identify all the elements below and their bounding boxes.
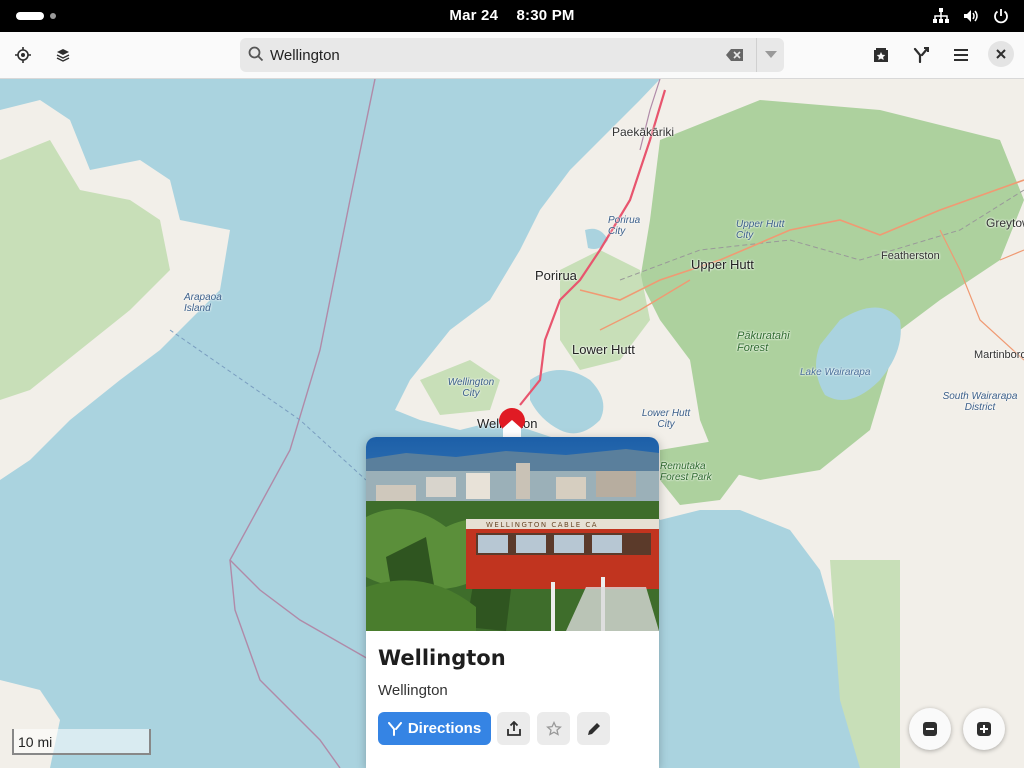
zoom-in-button[interactable] xyxy=(963,708,1005,750)
directions-label: Directions xyxy=(407,720,482,737)
hamburger-icon xyxy=(954,49,968,61)
map-label: Lower Hutt xyxy=(572,342,635,357)
header-bar xyxy=(0,32,1024,79)
route-planner-button[interactable] xyxy=(906,40,936,70)
cable-car-text: WELLINGTON CABLE CA xyxy=(486,521,598,529)
map-label: Lake Wairarapa xyxy=(800,367,871,378)
search-dropdown-button[interactable] xyxy=(756,38,784,72)
locate-button[interactable] xyxy=(8,40,38,70)
map-label: Martinborou xyxy=(974,349,1024,361)
directions-button[interactable]: Directions xyxy=(378,712,491,745)
favorite-button[interactable] xyxy=(537,712,570,745)
map-label: Upper Hutt xyxy=(691,257,754,272)
map-scale: 10 mi xyxy=(12,729,151,755)
edit-button[interactable] xyxy=(577,712,610,745)
map-label: South Wairarapa District xyxy=(942,391,1018,413)
place-subtitle: Wellington xyxy=(378,682,448,699)
minus-icon xyxy=(923,722,937,736)
map-label: Upper Hutt City xyxy=(736,219,785,241)
clock[interactable]: Mar 24 8:30 PM xyxy=(0,7,1024,24)
map-label: Greytow xyxy=(986,216,1024,230)
map-label: Featherston xyxy=(881,250,940,262)
map-label: Arapaoa Island xyxy=(184,292,222,314)
plus-icon xyxy=(977,722,991,736)
search-icon xyxy=(248,46,264,62)
chevron-down-icon xyxy=(764,51,777,58)
crosshair-icon xyxy=(15,47,31,63)
map-label: Paekākāriki xyxy=(612,125,675,139)
close-icon xyxy=(996,49,1006,59)
search-input[interactable] xyxy=(270,38,730,72)
map-label: Pākuratahi Forest xyxy=(737,330,790,354)
clear-search-icon[interactable] xyxy=(726,48,744,62)
network-icon xyxy=(932,7,950,25)
volume-icon xyxy=(962,7,980,25)
map-label: Remutaka Forest Park xyxy=(660,461,712,483)
map-label: Porirua City xyxy=(608,215,641,237)
layers-icon xyxy=(56,49,70,62)
share-button[interactable] xyxy=(497,712,530,745)
map-label: Porirua xyxy=(535,268,577,283)
map-label: Lower Hutt City xyxy=(641,408,691,430)
place-title: Wellington xyxy=(378,646,506,670)
star-box-icon xyxy=(874,48,888,62)
map-label: Wellington City xyxy=(447,377,495,399)
zoom-out-button[interactable] xyxy=(909,708,951,750)
clock-time: 8:30 PM xyxy=(516,7,575,24)
main-menu-button[interactable] xyxy=(946,40,976,70)
place-photo[interactable]: WELLINGTON CABLE CA xyxy=(366,437,659,631)
share-icon xyxy=(506,720,521,736)
favorites-button[interactable] xyxy=(866,40,896,70)
place-card: WELLINGTON CABLE CA Wellington Wellingto… xyxy=(366,437,659,768)
system-tray[interactable] xyxy=(932,7,1010,25)
star-icon xyxy=(545,720,562,736)
layers-button[interactable] xyxy=(48,40,78,70)
route-icon xyxy=(387,721,402,736)
clock-date: Mar 24 xyxy=(449,7,499,24)
location-pin-icon[interactable] xyxy=(497,406,527,438)
system-top-bar: Mar 24 8:30 PM xyxy=(0,0,1024,32)
power-icon xyxy=(992,7,1010,25)
search-bar[interactable] xyxy=(240,38,784,72)
route-icon xyxy=(913,47,929,63)
edit-icon xyxy=(587,722,600,735)
close-window-button[interactable] xyxy=(988,41,1014,67)
